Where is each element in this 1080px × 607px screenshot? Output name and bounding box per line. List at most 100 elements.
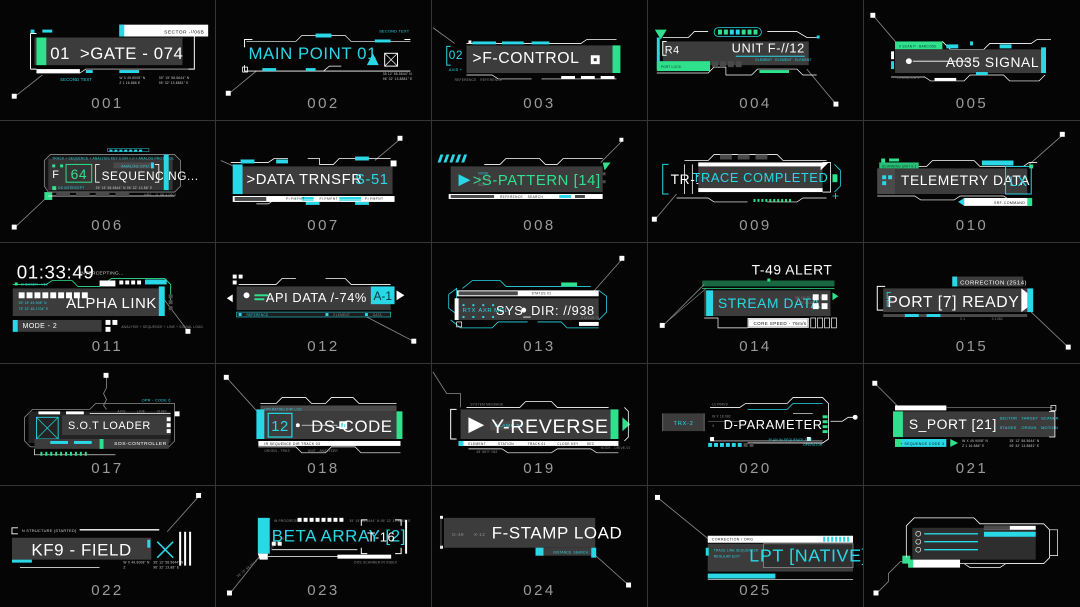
callout-cell-015[interactable]: CORRECTION (2514) PORT [7] READY 0.1 0.1…: [864, 243, 1080, 365]
callout-title: S.O.T LOADER: [68, 420, 151, 432]
callout-cell-011[interactable]: 01:33:49 INTERCEPTING... CHECKER - VE2 3…: [0, 242, 216, 365]
callout-cell-014[interactable]: T-49 ALERT STREAM DATA 39' 15' 51.888" N…: [648, 242, 864, 365]
callout-index-label: 009: [739, 216, 772, 234]
callout-title-accent: S-51: [355, 173, 389, 189]
callout-sub-label: DS INTERCEPT: [58, 186, 84, 190]
callout-index-label: 024: [523, 582, 556, 599]
callout-index-label: 006: [91, 216, 124, 234]
callout-cell-008[interactable]: NODE BLOCK SEC >S-PATTERN [14] REFERENCE…: [432, 121, 648, 243]
callout-micro-text: ELEMENT: [365, 197, 384, 201]
callout-grid: SECTOR -//06B 01 >GATE - 074 SECOND TEXT…: [0, 0, 1080, 607]
callout-micro-text: LINE: [137, 410, 146, 414]
callout-badge: TRX-2: [673, 421, 693, 427]
callout-title: Y-REVERSE: [491, 416, 608, 438]
callout-cell-023[interactable]: G-49 X-12 F-STAMP LOAD INSTANCE SEARCH 0…: [432, 485, 648, 607]
callout-micro-text: REFERENCE: [247, 313, 269, 317]
callout-micro-text: REFERENCE: [500, 195, 523, 199]
callout-cell-022[interactable]: 39' 15' 58.5644" N 95' 32' 13.8881" E IN…: [216, 485, 432, 607]
callout-micro-text: ORIGIN - TRKS: [264, 449, 290, 453]
callout-sub-label: SECOND TEXT: [60, 77, 92, 82]
callout-micro-text: ELEMENT: [795, 58, 812, 62]
callout-micro-text: X: [712, 424, 715, 428]
callout-index-label: 025: [739, 582, 772, 599]
callout-top-label: OPR - CODE 6: [142, 398, 172, 403]
callout-micro-text: OPERATOR: [803, 443, 823, 447]
callout-title: >F-CONTROL: [472, 50, 579, 67]
callout-micro-text: AXR: [478, 308, 492, 314]
callout-sub-label: MODE - 2: [23, 323, 58, 330]
callout-micro-text: 96' 32' 13.8881" E: [1010, 444, 1040, 448]
callout-micro-text: PLAN IN SEQUENCE LINE: [769, 438, 814, 442]
callout-cell-009[interactable]: TR-1 TRACE COMPLETED 009: [648, 121, 864, 243]
callout-index-label: 002: [307, 95, 340, 113]
callout-index-label: 003: [523, 95, 556, 113]
callout-cell-018[interactable]: SYSTEM MESSAGE CLAMP 01 Y-REVERSE ELEMEN…: [432, 364, 648, 486]
callout-sub-label: DOS SCANNER IN INDEX: [354, 560, 398, 564]
callout-micro-text: STATUS 01: [532, 291, 552, 295]
callout-micro-text: 35 12' 58.5544" N: [383, 72, 413, 76]
callout-index-label: 023: [307, 582, 340, 599]
callout-micro-text: 0.1: [960, 317, 965, 321]
callout-micro-text: SEARCH: [528, 195, 544, 199]
callout-index-label: 017: [91, 459, 124, 477]
callout-art-025: [864, 486, 1080, 607]
callout-micro-text: ANALYSIS + SEQUENCE + LINE + SIGNAL LOAD: [121, 325, 203, 329]
callout-micro-text: ELEMENT: [468, 442, 486, 446]
callout-top-label: SECTOR -//06B: [164, 30, 204, 36]
callout-title: KF9 - FIELD: [31, 540, 132, 559]
callout-micro-text: ELEMENT: [775, 58, 792, 62]
callout-cell-005[interactable]: X SCAN P - BARCODE A035 SIGNAL OPERATOR …: [864, 0, 1080, 122]
callout-index-label: 019: [523, 459, 556, 477]
callout-index-label: 007: [307, 216, 340, 234]
callout-cell-013[interactable]: STATUS 01 RTX AXR MDL SYS_DIR: //938 STA…: [432, 242, 648, 365]
callout-micro-text: TARGET: [1021, 415, 1038, 420]
callout-cell-019[interactable]: TRX-2 ULTRAVS W X 18.082 X D-PARAMETER P…: [648, 364, 864, 486]
callout-cell-020[interactable]: S_PORT [21] SECTOR TARGET SCANER STAGES …: [864, 364, 1080, 486]
callout-index-label: 015: [955, 338, 989, 356]
callout-index-label: 008: [523, 216, 556, 234]
callout-micro-text: NODE - DRIVE-01: [601, 446, 631, 450]
callout-title: PORT [7] READY: [887, 294, 1019, 311]
callout-cell-021[interactable]: N STRUCTURE (STARTED) KF9 - FIELD W X 49…: [0, 485, 216, 607]
callout-top-label: CORRECTION / ORG: [712, 537, 754, 541]
callout-micro-text: STATION: [498, 442, 514, 446]
callout-micro-text: RTX: [463, 308, 476, 314]
callout-cell-006[interactable]: TRACK + SEQUENCE + ANALYSIS KEY 0.034 + …: [0, 121, 216, 243]
callout-badge-2: X-12: [474, 531, 485, 537]
callout-micro-text: ORIGIN: [1021, 425, 1036, 430]
callout-cell-024[interactable]: CORRECTION / ORG TRACE LINE SEQUENCER RE…: [648, 485, 864, 607]
callout-micro-text: 35' 12' 58.5644" N: [1010, 439, 1040, 443]
callout-index-label: 010: [955, 216, 989, 234]
callout-cell-007[interactable]: >DATA TRNSFR S-51 ELEMENT ELEMENT ELEMEN…: [216, 121, 432, 243]
callout-top-label: SECOND TEXT: [379, 29, 409, 34]
callout-badge: 12: [271, 419, 289, 435]
callout-cell-025[interactable]: [864, 486, 1080, 607]
callout-cell-010[interactable]: SCANNING UNIT 0.1 TELEMETRY DATA LX SRF-…: [864, 121, 1080, 243]
callout-cell-017[interactable]: OPERATING DIR/ LOG 12 DS-CODE IR SEQUENC…: [216, 364, 432, 486]
callout-micro-text: DATA: [373, 313, 383, 317]
callout-micro-text: 39" 15' 58.5644" N: [159, 76, 190, 80]
callout-cell-002[interactable]: SECOND TEXT MAIN POINT 01 35 12' 58.5544…: [216, 0, 432, 122]
callout-title: F-STAMP LOAD: [492, 523, 623, 542]
callout-micro-text: TRACK + SEQUENCE + ANALYSIS KEY 0.034 + …: [52, 157, 174, 161]
callout-micro-text: Z: [123, 565, 125, 569]
callout-cell-003[interactable]: 02 AXIS + >F-CONTROL REFERENCE REFERENCE: [432, 0, 648, 122]
callout-micro-text: 35' 12' 58.5644" N: [153, 560, 184, 564]
callout-cell-001[interactable]: SECTOR -//06B 01 >GATE - 074 SECOND TEXT…: [0, 0, 216, 122]
callout-index-label: 011: [91, 338, 124, 356]
callout-badge: A-1: [373, 289, 391, 303]
callout-micro-text: ELEMENT: [333, 313, 350, 317]
callout-micro-text: REFERENCE: [455, 78, 477, 82]
callout-title: ALPHA LINK: [66, 296, 157, 312]
callout-title: >DATA TRNSFR: [247, 173, 363, 189]
callout-top-label: CORRECTION (2514): [960, 280, 1027, 286]
callout-micro-text: STAGES: [1000, 425, 1017, 430]
callout-cell-012[interactable]: API DATA /-74% A-1 REFERENCE ELEMENT DAT…: [216, 242, 432, 365]
callout-top-label: SCANNING UNIT 0.1: [882, 165, 916, 169]
callout-cell-016[interactable]: OPR - CODE 6 AXIS LINE 01887 S.O.T LOADE…: [0, 364, 216, 486]
callout-index-label: 001: [91, 95, 124, 113]
callout-badge: T-16: [367, 529, 395, 544]
callout-cell-004[interactable]: R4 UNIT F-//12 ELEMENT ELEMENT ELEMENT P…: [648, 0, 864, 122]
callout-index-label: 021: [955, 459, 989, 477]
callout-micro-text: 96' 32' 13.88" E: [153, 565, 180, 569]
